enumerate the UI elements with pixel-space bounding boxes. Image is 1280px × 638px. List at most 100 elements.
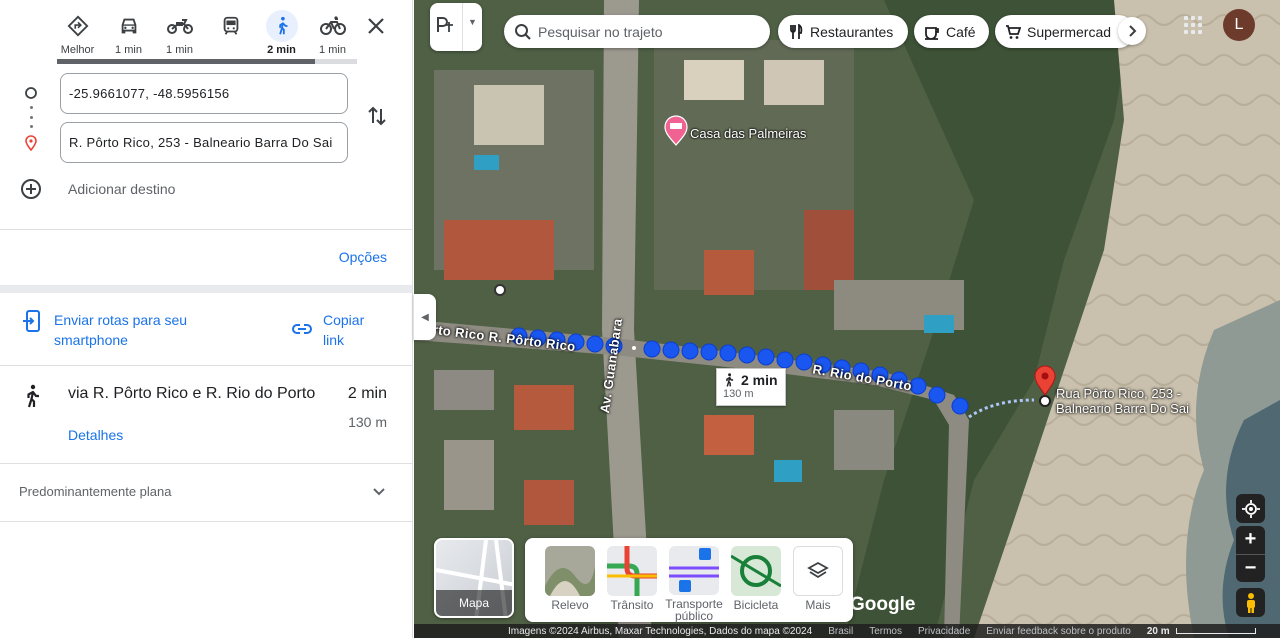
traffic-layer-icon (607, 546, 657, 596)
bicycle-layer-icon (731, 546, 781, 596)
chip-restaurants[interactable]: Restaurantes (778, 15, 908, 48)
zoom-out-button[interactable]: − (1236, 555, 1265, 583)
transit-layer-icon (669, 546, 719, 595)
divider (0, 463, 412, 464)
minus-icon: − (1244, 556, 1257, 579)
google-apps-icon[interactable] (1182, 14, 1204, 36)
scale-bar[interactable]: 20 m (1147, 626, 1256, 637)
mode-car-button[interactable]: 1 min (103, 10, 154, 60)
chevron-right-icon (1129, 25, 1137, 37)
divider (0, 521, 412, 522)
divider (0, 229, 412, 230)
mode-best-label: Melhor (60, 44, 95, 56)
search-along-route[interactable] (504, 15, 770, 48)
chip-supermarket[interactable]: Supermercad (995, 15, 1135, 48)
layer-terrain-label: Relevo (551, 598, 589, 612)
layers-panel: Relevo Trânsito Transporte público Bicic… (525, 538, 853, 622)
feedback-link[interactable]: Enviar feedback sobre o produto (986, 626, 1131, 637)
close-icon (368, 18, 384, 34)
mode-motorcycle-button[interactable]: 1 min (154, 10, 205, 60)
bicycle-icon (317, 10, 349, 42)
route-duration: 2 min (347, 385, 387, 402)
terms-link[interactable]: Termos (869, 626, 902, 637)
layer-more-label: Mais (805, 598, 831, 612)
destination-input[interactable]: R. Pôrto Rico, 253 - Balneario Barra Do … (60, 122, 348, 163)
origin-input[interactable]: -25.9661077, -48.5956156 (60, 73, 348, 114)
layer-bicycle[interactable]: Bicicleta (725, 546, 787, 622)
layer-bicycle-label: Bicicleta (733, 598, 779, 612)
send-to-phone-icon (23, 310, 40, 332)
caret-down-icon: ▼ (462, 3, 482, 51)
options-link[interactable]: Opções (339, 249, 387, 265)
layer-transit[interactable]: Transporte público (663, 546, 725, 622)
collapse-panel-button[interactable]: ◀ (414, 294, 436, 340)
copy-link-button[interactable]: Copiar link (291, 310, 383, 350)
directions-diamond-icon (62, 10, 94, 42)
destination-label-line2: Balneario Barra Do Sai (1056, 401, 1189, 416)
mode-car-label: 1 min (115, 44, 142, 56)
send-to-phone-label: Enviar rotas para seu smartphone (54, 312, 188, 348)
restaurant-icon (788, 23, 804, 40)
route-summary-title[interactable]: via R. Pôrto Rico e R. Rio do Porto (68, 385, 315, 403)
route-details-link[interactable]: Detalhes (68, 427, 123, 443)
mode-transit-button[interactable] (205, 10, 256, 60)
country-link[interactable]: Brasil (828, 626, 853, 637)
imagery-attribution: Imagens ©2024 Airbus, Maxar Technologies… (508, 625, 813, 637)
layers-icon (793, 546, 843, 596)
location-target-icon (1241, 499, 1260, 518)
pegman-icon (1246, 592, 1255, 613)
scale-label: 20 m (1146, 625, 1170, 637)
walk-icon (22, 384, 42, 413)
destination-pin-icon (25, 135, 37, 151)
mode-scroll-bar[interactable] (57, 59, 357, 64)
expand-terrain-button[interactable] (371, 483, 387, 504)
privacy-link[interactable]: Privacidade (918, 626, 970, 637)
layer-traffic[interactable]: Trânsito (601, 546, 663, 622)
destination-map-label[interactable]: Rua Pôrto Rico, 253 - Balneario Barra Do… (1056, 386, 1189, 416)
layer-transit-label: Transporte público (665, 597, 723, 623)
search-input[interactable] (538, 23, 758, 40)
cart-icon (1005, 24, 1021, 40)
layer-terrain[interactable]: Relevo (539, 546, 601, 622)
mode-bike-label: 1 min (319, 44, 346, 56)
directions-panel: Melhor 1 min 1 min 2 min 1 min -25.96610… (0, 0, 413, 638)
copy-link-label: Copiar link (323, 312, 365, 348)
swap-button[interactable] (364, 103, 390, 129)
layer-more[interactable]: Mais (787, 546, 849, 622)
bubble-time: 2 min (741, 372, 778, 388)
send-to-phone-button[interactable]: Enviar rotas para seu smartphone (22, 310, 214, 350)
divider (0, 365, 412, 366)
zoom-in-button[interactable]: + (1236, 526, 1265, 555)
chips-next-button[interactable] (1118, 17, 1146, 45)
travel-mode-selector: Melhor 1 min 1 min 2 min 1 min (52, 10, 362, 60)
origin-circle-icon (25, 87, 37, 99)
poi-casa-das-palmeiras[interactable]: Casa das Palmeiras (690, 126, 806, 141)
layer-traffic-label: Trânsito (610, 598, 654, 612)
add-destination-label: Adicionar destino (68, 181, 176, 197)
route-time-bubble[interactable]: 2 min 130 m (716, 368, 786, 406)
chevron-down-icon (373, 488, 385, 496)
add-circle-icon (21, 179, 41, 199)
mode-bike-button[interactable]: 1 min (307, 10, 358, 60)
street-view-pegman-button[interactable] (1236, 588, 1265, 617)
chip-supermarket-label: Supermercad (1027, 23, 1112, 40)
account-avatar[interactable]: L (1223, 9, 1255, 41)
add-destination-button[interactable]: Adicionar destino (20, 178, 175, 200)
mode-motorcycle-label: 1 min (166, 44, 193, 56)
pt-icon (430, 16, 462, 38)
bubble-distance: 130 m (723, 388, 754, 400)
map-tools-button[interactable]: ▼ (430, 3, 482, 51)
map-type-label: Mapa (436, 590, 512, 616)
mode-best-button[interactable]: Melhor (52, 10, 103, 60)
map-footer: Imagens ©2024 Airbus, Maxar Technologies… (414, 624, 1280, 638)
chip-cafe[interactable]: Café (914, 15, 989, 48)
train-icon (215, 10, 247, 42)
my-location-button[interactable] (1236, 494, 1265, 523)
map-type-toggle[interactable]: Mapa (434, 538, 514, 618)
mode-walk-button[interactable]: 2 min (256, 10, 307, 60)
destination-label-line1: Rua Pôrto Rico, 253 - (1056, 386, 1182, 401)
close-directions-button[interactable] (362, 12, 390, 40)
route-distance: 130 m (348, 414, 387, 430)
link-icon (292, 324, 312, 334)
walk-icon (726, 373, 734, 387)
